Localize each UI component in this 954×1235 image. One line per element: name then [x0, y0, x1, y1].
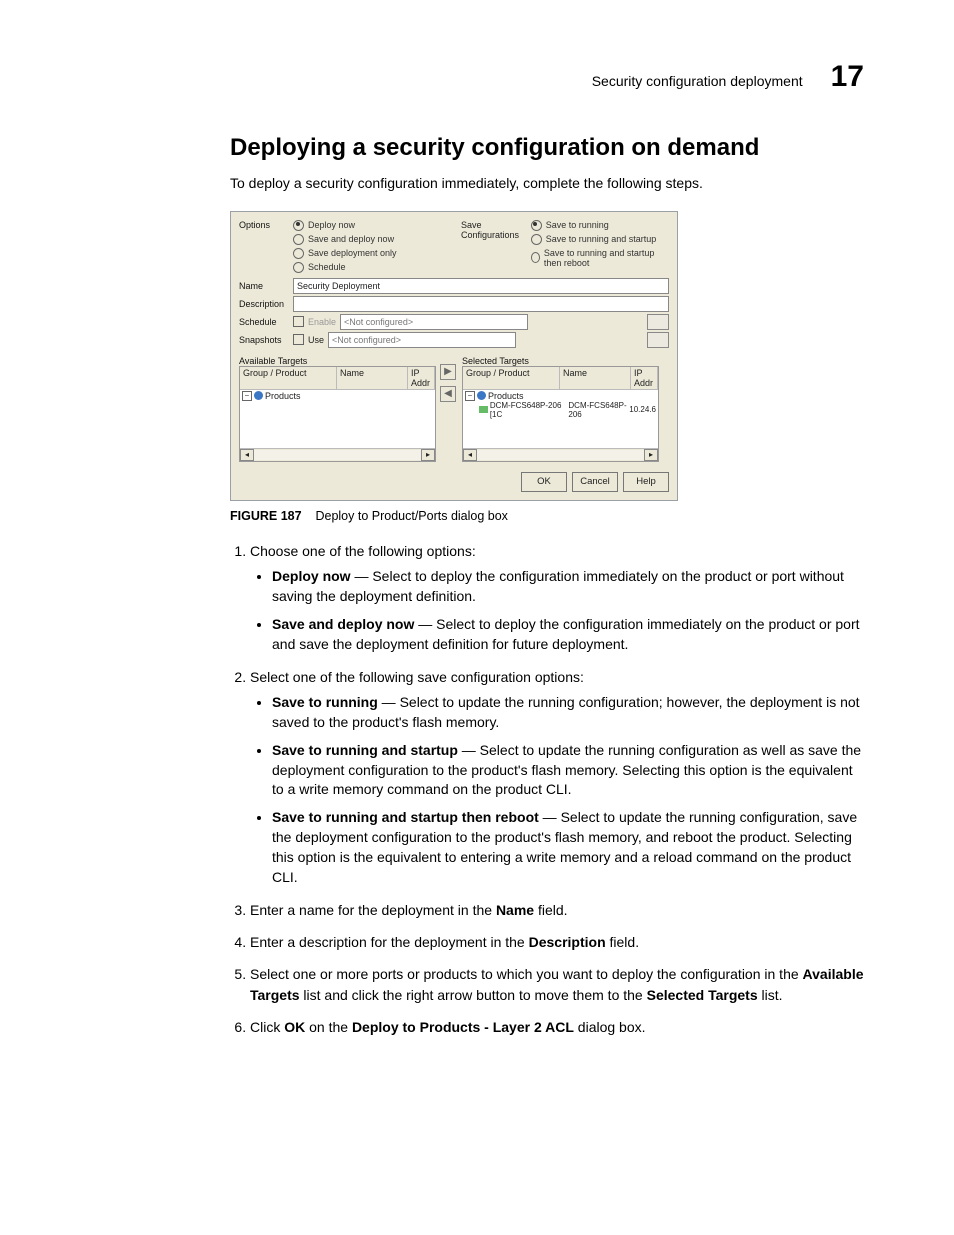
snapshot-browse-button[interactable] — [647, 332, 669, 348]
chapter-number: 17 — [831, 60, 864, 94]
col-name: Name — [337, 367, 408, 389]
device-icon — [479, 406, 488, 413]
cancel-button[interactable]: Cancel — [572, 472, 618, 492]
options-label: Options — [239, 220, 293, 230]
description-field[interactable] — [293, 296, 669, 312]
save-config-label: Save Configurations — [461, 220, 525, 271]
snapshot-use-label: Use — [308, 335, 324, 345]
list-item: Save to running and startup — Select to … — [272, 741, 864, 801]
list-item: Save to running and startup then reboot … — [272, 808, 864, 888]
device-ip-cell: 10.24.6 — [629, 405, 656, 414]
device-name-cell: DCM-FCS648P-206 — [568, 401, 627, 419]
snapshot-value-field[interactable]: <Not configured> — [328, 332, 516, 348]
move-right-button[interactable]: ▶ — [440, 364, 456, 380]
step-list: Choose one of the following options: Dep… — [230, 541, 864, 1037]
list-item: Select one of the following save configu… — [250, 667, 864, 888]
radio-save-running-startup[interactable] — [531, 234, 542, 245]
name-label: Name — [239, 281, 293, 291]
schedule-enable-checkbox[interactable] — [293, 316, 304, 327]
snapshots-label: Snapshots — [239, 335, 293, 345]
radio-save-running-startup-reboot[interactable] — [531, 252, 540, 263]
selected-targets-label: Selected Targets — [462, 356, 657, 366]
snapshot-use-checkbox[interactable] — [293, 334, 304, 345]
col-group-2: Group / Product — [463, 367, 560, 389]
header-title: Security configuration deployment — [592, 73, 803, 89]
step-text: Choose one of the following options: — [250, 541, 864, 561]
page-heading: Deploying a security configuration on de… — [230, 134, 864, 162]
list-item: Save to running — Select to update the r… — [272, 693, 864, 733]
name-field[interactable]: Security Deployment — [293, 278, 669, 294]
table-row[interactable]: – Products — [465, 391, 656, 401]
expand-icon[interactable]: – — [465, 391, 475, 401]
save-running-startup-label: Save to running and startup — [546, 234, 657, 244]
help-button[interactable]: Help — [623, 472, 669, 492]
col-name-2: Name — [560, 367, 631, 389]
col-ip: IP Addr — [408, 367, 435, 389]
scroll-track[interactable] — [254, 450, 421, 460]
opt-schedule-label: Schedule — [308, 262, 346, 272]
schedule-value-field[interactable]: <Not configured> — [340, 314, 528, 330]
description-label: Description — [239, 299, 293, 309]
step-text: Select one of the following save configu… — [250, 667, 864, 687]
radio-save-running[interactable] — [531, 220, 542, 231]
device-group-cell: DCM-FCS648P-206 [1C — [490, 401, 567, 419]
intro-text: To deploy a security configuration immed… — [230, 174, 864, 193]
save-running-startup-reboot-label: Save to running and startup then reboot — [544, 248, 669, 268]
move-left-button[interactable]: ◀ — [440, 386, 456, 402]
available-targets-table[interactable]: Group / Product Name IP Addr – Products — [239, 366, 436, 462]
scroll-right-button[interactable]: ▸ — [421, 449, 435, 461]
tree-products-label: Products — [265, 391, 301, 401]
globe-icon — [254, 391, 263, 400]
page-header: Security configuration deployment 17 — [90, 60, 864, 94]
figure-187: Options Deploy now Save and deploy now S… — [230, 211, 864, 523]
list-item: Enter a name for the deployment in the N… — [250, 900, 864, 920]
col-group: Group / Product — [240, 367, 337, 389]
table-row[interactable]: – Products — [242, 391, 433, 401]
selected-targets-table[interactable]: Group / Product Name IP Addr – Products — [462, 366, 659, 462]
dialog-screenshot: Options Deploy now Save and deploy now S… — [230, 211, 678, 501]
list-item: Choose one of the following options: Dep… — [250, 541, 864, 655]
figure-caption-label: FIGURE 187 — [230, 509, 302, 523]
list-item: Select one or more ports or products to … — [250, 964, 864, 1005]
scroll-left-button[interactable]: ◂ — [463, 449, 477, 461]
schedule-enable-label: Enable — [308, 317, 336, 327]
schedule-label: Schedule — [239, 317, 293, 327]
list-item: Save and deploy now — Select to deploy t… — [272, 615, 864, 655]
opt-deploy-now-label: Deploy now — [308, 220, 355, 230]
save-running-label: Save to running — [546, 220, 609, 230]
radio-deploy-now[interactable] — [293, 220, 304, 231]
radio-save-only[interactable] — [293, 248, 304, 259]
scroll-track[interactable] — [477, 450, 644, 460]
col-ip-2: IP Addr — [631, 367, 658, 389]
schedule-browse-button[interactable] — [647, 314, 669, 330]
radio-schedule[interactable] — [293, 262, 304, 273]
radio-save-deploy-now[interactable] — [293, 234, 304, 245]
ok-button[interactable]: OK — [521, 472, 567, 492]
table-row[interactable]: DCM-FCS648P-206 [1C DCM-FCS648P-206 10.2… — [465, 401, 656, 419]
list-item: Click OK on the Deploy to Products - Lay… — [250, 1017, 864, 1037]
expand-icon[interactable]: – — [242, 391, 252, 401]
opt-save-only-label: Save deployment only — [308, 248, 397, 258]
scroll-left-button[interactable]: ◂ — [240, 449, 254, 461]
globe-icon — [477, 391, 486, 400]
list-item: Deploy now — Select to deploy the config… — [272, 567, 864, 607]
figure-caption-text: Deploy to Product/Ports dialog box — [315, 509, 507, 523]
scroll-right-button[interactable]: ▸ — [644, 449, 658, 461]
opt-save-deploy-now-label: Save and deploy now — [308, 234, 394, 244]
figure-caption: FIGURE 187 Deploy to Product/Ports dialo… — [230, 509, 864, 523]
list-item: Enter a description for the deployment i… — [250, 932, 864, 952]
available-targets-label: Available Targets — [239, 356, 434, 366]
tree-products-label-2: Products — [488, 391, 524, 401]
